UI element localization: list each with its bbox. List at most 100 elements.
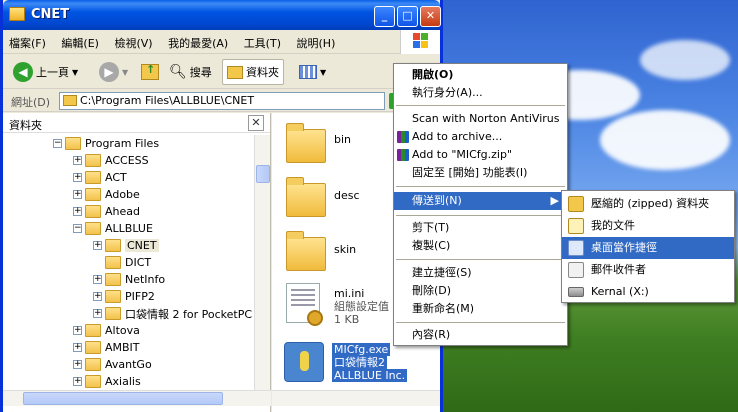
expand-icon[interactable]: +	[93, 309, 102, 318]
folder-icon	[286, 177, 326, 217]
mail-icon	[568, 262, 584, 278]
tree-node[interactable]: + Ahead	[73, 203, 140, 220]
menu-separator	[396, 322, 565, 323]
file-description: 口袋情報2	[332, 356, 387, 369]
tree-node[interactable]: − Program Files	[53, 135, 159, 152]
folder-icon	[85, 171, 101, 184]
sendto-my-documents[interactable]: 我的文件	[562, 215, 734, 237]
tree-horizontal-scrollbar[interactable]	[3, 390, 271, 406]
menu-scan-norton[interactable]: Scan with Norton AntiVirus	[394, 110, 567, 128]
scroll-thumb[interactable]	[23, 392, 223, 405]
file-type: 組態設定值	[334, 300, 389, 313]
menu-cut[interactable]: 剪下(T)	[394, 219, 567, 237]
expand-icon[interactable]: +	[73, 173, 82, 182]
folder-icon	[85, 188, 101, 201]
sendto-zip-folder[interactable]: 壓縮的 (zipped) 資料夾	[562, 193, 734, 215]
title-bar[interactable]: CNET _ □ ✕	[3, 0, 441, 30]
menu-run-as[interactable]: 執行身分(A)...	[394, 84, 567, 102]
minimize-button[interactable]: _	[374, 6, 395, 27]
menu-file[interactable]: 檔案(F)	[3, 30, 52, 52]
tree-node-label: Ahead	[105, 205, 140, 218]
tree-node[interactable]: + PIFP2	[93, 288, 155, 305]
menu-open[interactable]: 開啟(O)	[394, 66, 567, 84]
desktop-icon	[568, 240, 584, 256]
tree-node[interactable]: + AMBIT	[73, 339, 140, 356]
folders-pane-header: 資料夾 ✕	[3, 113, 270, 133]
expand-icon[interactable]: +	[73, 343, 82, 352]
collapse-icon[interactable]: −	[73, 224, 82, 233]
menu-add-to-zip[interactable]: Add to "MICfg.zip"	[394, 146, 567, 164]
menu-create-shortcut[interactable]: 建立捷徑(S)	[394, 264, 567, 282]
collapse-icon[interactable]: −	[53, 139, 62, 148]
menu-properties[interactable]: 內容(R)	[394, 326, 567, 344]
tree-node[interactable]: + Adobe	[73, 186, 140, 203]
expand-icon[interactable]: +	[73, 377, 82, 386]
tree-node[interactable]: + AvantGo	[73, 356, 152, 373]
tree-node-label: Axialis	[105, 375, 141, 388]
tree-node[interactable]: DICT	[93, 254, 151, 271]
drive-icon	[568, 287, 584, 297]
folders-button[interactable]: 資料夾	[222, 59, 284, 85]
menu-help[interactable]: 說明(H)	[291, 30, 342, 52]
folder-icon	[105, 290, 121, 303]
tree-node[interactable]: + ACCESS	[73, 152, 149, 169]
tree-node[interactable]: + Axialis	[73, 373, 141, 390]
address-input[interactable]: C:\Program Files\ALLBLUE\CNET	[59, 92, 385, 110]
search-button[interactable]: 🔍︎ 搜尋	[165, 59, 216, 85]
maximize-button[interactable]: □	[397, 6, 418, 27]
expand-icon[interactable]: +	[93, 275, 102, 284]
file-name: skin	[334, 243, 357, 256]
menu-copy[interactable]: 複製(C)	[394, 237, 567, 255]
tree-node[interactable]: − ALLBLUE	[73, 220, 153, 237]
menu-separator	[396, 215, 565, 216]
menu-bar: 檔案(F) 編輯(E) 檢視(V) 我的最愛(A) 工具(T) 說明(H)	[3, 30, 440, 54]
menu-send-to-label: 傳送到(N)	[412, 194, 462, 207]
app-icon	[284, 342, 324, 382]
sendto-drive[interactable]: Kernal (X:)	[562, 281, 734, 303]
scroll-thumb[interactable]	[256, 165, 270, 183]
folder-icon	[105, 239, 121, 252]
address-label: 網址(D)	[11, 96, 51, 109]
tree-vertical-scrollbar[interactable]	[254, 135, 270, 390]
folder-icon	[85, 205, 101, 218]
tree-node[interactable]: + CNET	[93, 237, 159, 254]
expand-icon[interactable]: +	[93, 241, 102, 250]
menu-rename[interactable]: 重新命名(M)	[394, 300, 567, 318]
winrar-icon	[397, 131, 409, 143]
views-button[interactable]: ▼	[295, 59, 330, 85]
menu-pin-start[interactable]: 固定至 [開始] 功能表(I)	[394, 164, 567, 182]
sendto-desktop-shortcut[interactable]: 桌面當作捷徑	[562, 237, 734, 259]
folders-icon	[227, 65, 243, 79]
folders-pane: 資料夾 ✕ − Program Files + ACCESS + ACT + Adobe + Ah…	[3, 113, 271, 412]
sendto-desktop-shortcut-label: 桌面當作捷徑	[591, 241, 657, 254]
expand-icon[interactable]: +	[73, 190, 82, 199]
file-size: 1 KB	[334, 313, 360, 326]
tree-node[interactable]: + ACT	[73, 169, 127, 186]
back-button[interactable]: ◀ 上一頁 ▼	[9, 59, 82, 85]
close-icon[interactable]: ✕	[248, 115, 264, 131]
sendto-mail-recipient[interactable]: 郵件收件者	[562, 259, 734, 281]
expand-icon[interactable]: +	[73, 156, 82, 165]
expand-icon[interactable]: +	[73, 326, 82, 335]
up-folder-button[interactable]: ↑	[137, 59, 163, 85]
files-horizontal-scrollbar[interactable]	[272, 390, 440, 406]
menu-add-to-archive[interactable]: Add to archive...	[394, 128, 567, 146]
expand-icon[interactable]: +	[73, 360, 82, 369]
expand-icon[interactable]: +	[93, 292, 102, 301]
menu-view[interactable]: 檢視(V)	[108, 30, 158, 52]
menu-favorites[interactable]: 我的最愛(A)	[162, 30, 234, 52]
tree-node[interactable]: + 口袋情報 2 for PocketPC	[93, 305, 252, 322]
menu-tools[interactable]: 工具(T)	[238, 30, 287, 52]
folder-icon	[85, 324, 101, 337]
menu-delete[interactable]: 刪除(D)	[394, 282, 567, 300]
tree-node[interactable]: + NetInfo	[93, 271, 165, 288]
expand-icon[interactable]: +	[73, 207, 82, 216]
menu-edit[interactable]: 編輯(E)	[55, 30, 105, 52]
folder-icon	[63, 95, 77, 106]
sendto-drive-label: Kernal (X:)	[591, 285, 649, 298]
menu-send-to[interactable]: 傳送到(N) ▶	[394, 192, 567, 210]
close-button[interactable]: ✕	[420, 6, 441, 27]
file-name: MICfg.exe	[332, 343, 391, 356]
tree-node[interactable]: + Altova	[73, 322, 140, 339]
forward-button[interactable]: ▶ ▼	[95, 59, 132, 85]
